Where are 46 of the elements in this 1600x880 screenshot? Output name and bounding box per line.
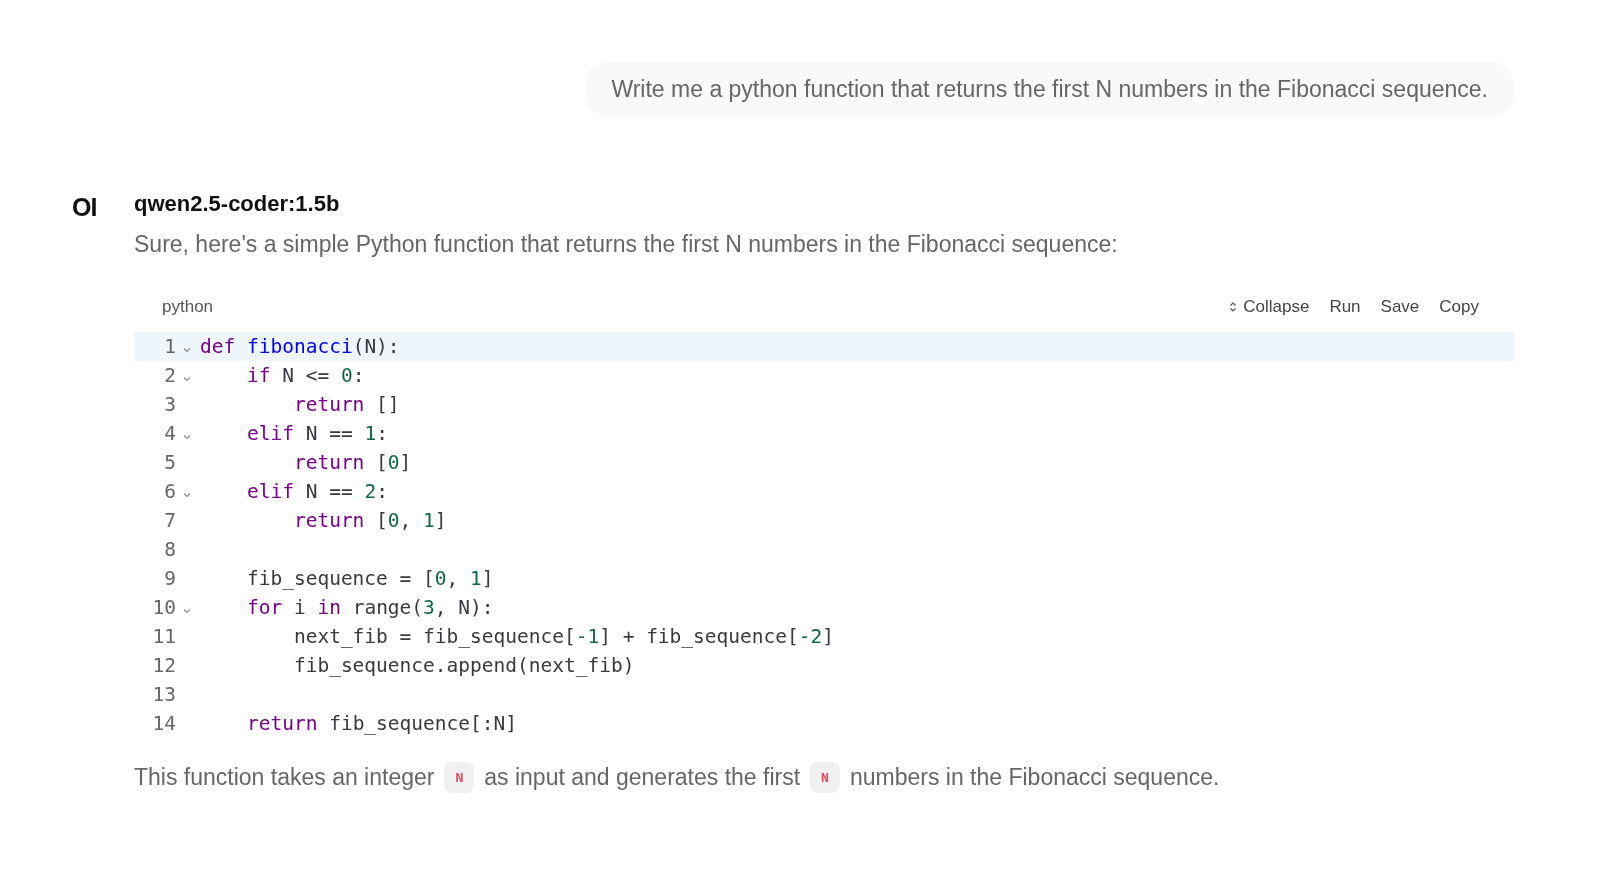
- line-number: 12: [152, 654, 176, 677]
- line-number: 11: [152, 625, 176, 648]
- line-number: 6: [164, 480, 176, 503]
- inline-code: N: [444, 762, 475, 793]
- line-number: 8: [164, 538, 176, 561]
- line-number: 9: [164, 567, 176, 590]
- line-number: 13: [152, 683, 176, 706]
- code-line: fib_sequence.append(next_fib): [292, 654, 635, 677]
- inline-code: N: [810, 762, 840, 793]
- code-line: next_fib = fib_sequence[-1] + fib_sequence[-2]: [292, 625, 834, 648]
- fold-caret-icon[interactable]: [183, 375, 191, 382]
- expand-collapse-icon: [1229, 301, 1238, 313]
- code-action-button[interactable]: Save: [1371, 293, 1429, 321]
- code-line: def fibonacci(N):: [199, 335, 400, 358]
- line-number: 14: [152, 712, 176, 735]
- user-message: Write me a python function that returns the first N numbers in the Fibonacci sequence.: [585, 62, 1514, 117]
- fold-caret-icon[interactable]: [183, 491, 191, 498]
- line-number: 4: [164, 422, 176, 445]
- code-line: if N <= 0:: [245, 364, 365, 387]
- fold-caret-icon[interactable]: [183, 607, 191, 614]
- code-line: return [0]: [292, 451, 412, 474]
- fold-caret-icon[interactable]: [183, 346, 191, 353]
- language-label: python: [162, 297, 214, 317]
- line-number: 1: [164, 335, 176, 358]
- line-number: 7: [164, 509, 176, 532]
- code-line: elif N == 1:: [245, 422, 388, 445]
- line-number: 10: [152, 596, 176, 619]
- code-line: elif N == 2:: [245, 480, 388, 503]
- assistant-logo: OI: [72, 193, 98, 223]
- response-text: as input and generates the first: [484, 764, 801, 791]
- code-line: return []: [292, 393, 400, 416]
- fold-caret-icon[interactable]: [183, 433, 191, 440]
- collapse-button[interactable]: Collapse: [1220, 293, 1319, 321]
- code-line: return [0, 1]: [292, 509, 447, 532]
- code-action-button[interactable]: Copy: [1430, 293, 1488, 321]
- code-line: fib_sequence = [0, 1]: [245, 567, 494, 590]
- code-action-button[interactable]: Run: [1320, 293, 1370, 321]
- response-text: Sure, here's a simple Python function that returns the first N numbers in the Fibonacci sequence:: [134, 231, 1119, 258]
- model-name: qwen2.5-coder:1.5b: [134, 191, 341, 217]
- line-number: 2: [164, 364, 176, 387]
- response-text: This function takes an integer: [134, 764, 435, 791]
- line-number: 3: [164, 393, 176, 416]
- response-text: numbers in the Fibonacci sequence.: [849, 764, 1220, 791]
- line-number: 5: [164, 451, 176, 474]
- code-line: return fib_sequence[:N]: [245, 712, 517, 735]
- code-line: for i in range(3, N):: [245, 596, 494, 619]
